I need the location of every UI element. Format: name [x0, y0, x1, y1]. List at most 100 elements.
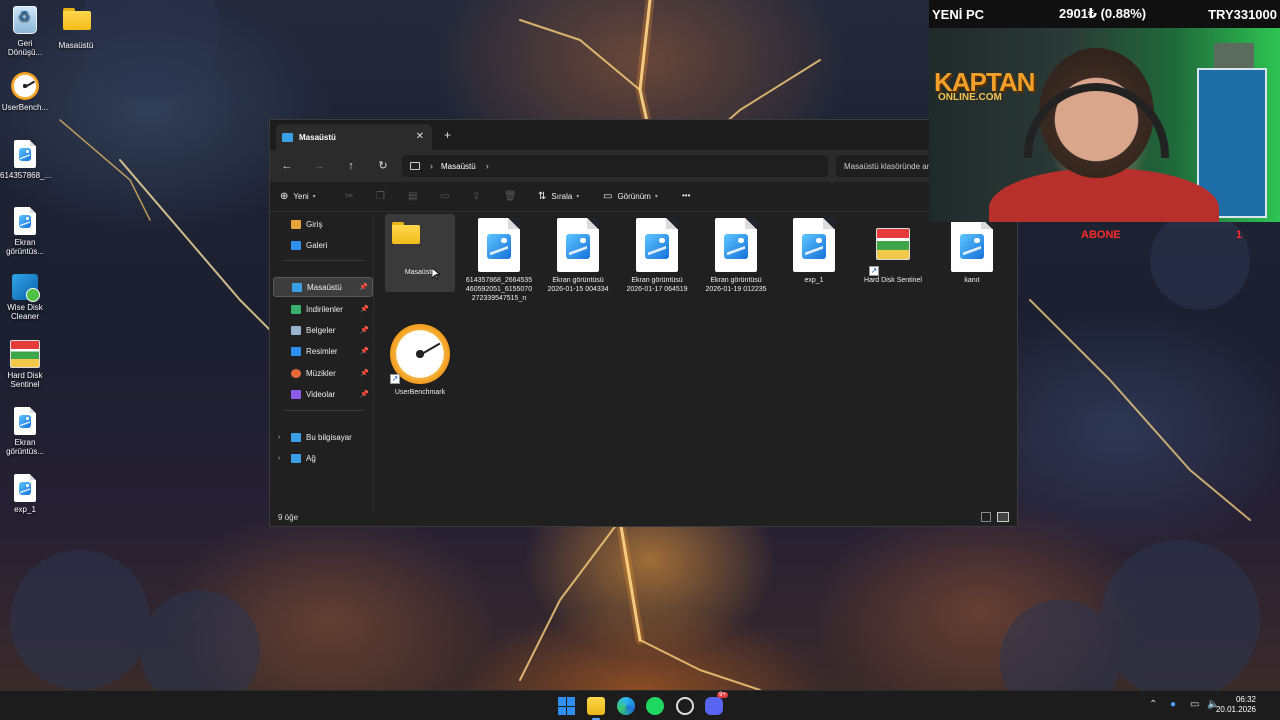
desktop-icon-masaustu-folder[interactable]: Masaüstü [51, 6, 101, 50]
chevron-down-icon: ▾ [312, 194, 316, 200]
image-file-icon [14, 407, 36, 435]
network-status-icon[interactable]: ▭ [1190, 699, 1199, 710]
desktop-icon-label: Ekran görüntüs... [6, 238, 44, 256]
navigation-bar: ← → ↑ ↻ › Masaüstü › Masaüstü klasöründe… [270, 150, 1019, 182]
hard-disk-sentinel-icon [10, 340, 40, 368]
sidebar-item-bu-bilgisayar[interactable]: › Bu bilgisayar [273, 427, 373, 447]
sort-icon: ⇅ [538, 191, 547, 202]
chevron-up-icon[interactable]: ⌃ [1149, 699, 1157, 710]
view-button[interactable]: ▭ Görünüm ▾ [603, 191, 658, 202]
sidebar-item-label: Masaüstü [307, 282, 342, 292]
clipboard-icon: ▤ [408, 191, 418, 202]
tab-masaustu[interactable]: Masaüstü ✕ [276, 124, 432, 150]
sidebar-item-videolar[interactable]: Videolar 📌 [273, 384, 373, 404]
command-toolbar: ⊕ Yeni ▾ ✂ ❐ ▤ ▭ ⇪ 🗑 ⇅ Sırala ▾ ▭ Görünü… [270, 182, 1017, 212]
file-item-hard-disk-sentinel[interactable]: ↗ Hard Disk Sentinel [858, 218, 928, 285]
up-button[interactable]: ↑ [343, 158, 359, 174]
new-tab-button[interactable]: + [444, 128, 451, 142]
details-view-toggle[interactable] [981, 512, 991, 522]
system-clock[interactable]: 06:32 20.01.2026 [1216, 695, 1256, 715]
view-icon: ▭ [603, 191, 613, 202]
image-file-icon [14, 207, 36, 235]
image-file-icon [14, 140, 36, 168]
more-options-button[interactable]: ••• [682, 191, 690, 200]
item-count: 9 öğe [278, 513, 299, 522]
large-icons-view-toggle[interactable] [997, 512, 1009, 522]
desktop-icon-userbenchmark[interactable]: UserBench... [0, 72, 50, 112]
desktop-icon-ekran-goruntusu-2[interactable]: Ekran görüntüs... [0, 407, 50, 456]
sidebar-item-muzikler[interactable]: Müzikler 📌 [273, 363, 373, 383]
edge-icon[interactable] [617, 697, 635, 715]
this-pc-icon [291, 432, 301, 442]
chevron-right-icon[interactable]: › [278, 434, 280, 441]
image-file-icon [557, 218, 599, 272]
discord-icon[interactable]: 9+ [705, 692, 728, 715]
scissors-icon: ✂ [345, 191, 354, 202]
spotify-icon[interactable] [646, 697, 664, 715]
desktop-icon-wise-disk-cleaner[interactable]: Wise Disk Cleaner [0, 274, 50, 321]
sidebar-item-belgeler[interactable]: Belgeler 📌 [273, 320, 373, 340]
delete-button[interactable]: 🗑 [504, 191, 522, 202]
desktop-icon-hard-disk-sentinel[interactable]: Hard Disk Sentinel [0, 340, 50, 389]
computer-icon [410, 162, 420, 170]
folder-icon [63, 8, 91, 30]
chevron-right-icon[interactable]: › [486, 161, 489, 171]
webcam-feed: KAPTAN ONLINE.COM [929, 28, 1280, 222]
sidebar-item-masaustu[interactable]: Masaüstü 📌 [273, 277, 373, 297]
documents-icon [291, 325, 301, 335]
desktop-icon-recycle-bin[interactable]: Geri Dönüşü... [0, 6, 50, 57]
file-item-masaustu-folder[interactable]: Masaüstü [385, 214, 455, 292]
file-item-exp-1[interactable]: exp_1 [779, 218, 849, 285]
subscriber-label: ABONE [1081, 229, 1121, 241]
desktop-icon-ekran-goruntusu-1[interactable]: Ekran görüntüs... [0, 207, 50, 256]
sidebar-item-indirilenler[interactable]: İndirilenler 📌 [273, 299, 373, 319]
image-file-icon [793, 218, 835, 272]
refresh-button[interactable]: ↻ [375, 158, 391, 174]
file-name: UserBenchmark [394, 389, 446, 396]
desktop-icon-label: Masaüstü [58, 41, 94, 50]
pin-icon: 📌 [360, 391, 369, 398]
sidebar-item-label: Resimler [306, 346, 338, 356]
desktop-icon-exp-1[interactable]: exp_1 [0, 474, 50, 514]
image-file-icon [14, 474, 36, 502]
breadcrumb-masaustu[interactable]: Masaüstü [441, 162, 476, 171]
paste-button[interactable]: ▤ [408, 191, 422, 202]
rename-button[interactable]: ▭ [440, 191, 454, 202]
chevron-right-icon[interactable]: › [278, 455, 280, 462]
videos-icon [291, 389, 301, 399]
sidebar-item-label: Ağ [306, 453, 316, 463]
file-name: exp_1 [804, 277, 824, 284]
back-button[interactable]: ← [279, 158, 295, 174]
desktop-icon-label: UserBench... [1, 103, 49, 112]
notification-badge: 9+ [717, 692, 728, 698]
file-item-kanit[interactable]: kanıt [937, 218, 1007, 285]
sort-button[interactable]: ⇅ Sırala ▾ [538, 191, 579, 202]
mouse-cursor-icon [432, 268, 440, 280]
file-item-ekran-goruntusu-0117[interactable]: Ekran görüntüsü 2026-01-17 064519 [622, 218, 692, 294]
desktop-icon-label: exp_1 [14, 505, 36, 514]
desktop-icon-image-614357868[interactable]: 614357868_... [0, 140, 51, 180]
file-explorer-icon[interactable] [587, 697, 605, 720]
sidebar-item-giris[interactable]: Giriş [273, 214, 373, 234]
sidebar-item-resimler[interactable]: Resimler 📌 [273, 341, 373, 361]
desktop-icon-label: Geri Dönüşü... [7, 39, 43, 57]
close-tab-icon[interactable]: ✕ [416, 131, 424, 142]
cut-button[interactable]: ✂ [345, 191, 358, 202]
forward-button[interactable]: → [311, 158, 327, 174]
goal-progress: 2901₺ (0.88%) [1059, 6, 1147, 21]
file-item-userbenchmark[interactable]: ↗ UserBenchmark [385, 324, 455, 397]
sidebar-item-galeri[interactable]: Galeri [273, 235, 373, 255]
kaptan-logo-subtitle: ONLINE.COM [938, 92, 1002, 103]
file-item-ekran-goruntusu-0115[interactable]: Ekran görüntüsü 2026-01-15 004334 [543, 218, 613, 294]
sidebar-item-ag[interactable]: › Ağ [273, 448, 373, 468]
copy-button[interactable]: ❐ [376, 191, 390, 202]
start-icon[interactable] [558, 697, 576, 715]
new-button[interactable]: ⊕ Yeni ▾ [280, 191, 316, 202]
share-button[interactable]: ⇪ [472, 191, 485, 202]
microphone-icon[interactable]: ● [1170, 699, 1176, 710]
address-bar[interactable]: › Masaüstü › [402, 155, 828, 177]
chatgpt-icon[interactable] [676, 697, 694, 715]
sidebar-item-label: Galeri [306, 240, 328, 250]
file-item-image-614357868[interactable]: 614357868_2664535460592051_6155070272339… [464, 218, 534, 303]
file-item-ekran-goruntusu-0119[interactable]: Ekran görüntüsü 2026-01-19 012235 [701, 218, 771, 294]
